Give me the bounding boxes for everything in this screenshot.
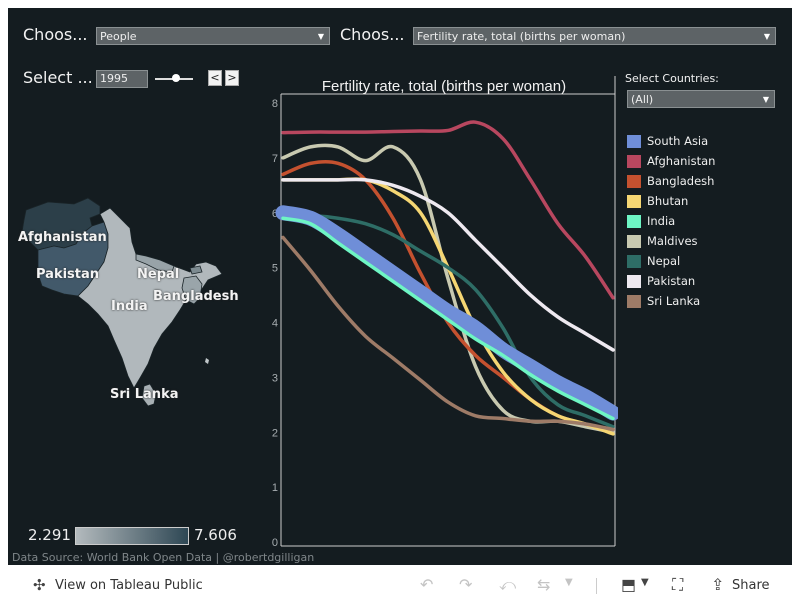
fullscreen-icon[interactable]: ⛶ bbox=[672, 575, 683, 595]
legend-swatch bbox=[627, 135, 641, 148]
y-tick-label: 2 bbox=[272, 427, 278, 439]
y-tick-label: 0 bbox=[272, 537, 278, 549]
view-on-tableau-link[interactable]: View on Tableau Public bbox=[55, 578, 203, 593]
legend-swatch bbox=[627, 275, 641, 288]
legend-label: Pakistan bbox=[647, 274, 696, 288]
indicator-dropdown[interactable]: Fertility rate, total (births per woman)… bbox=[413, 27, 776, 45]
legend-label: Sri Lanka bbox=[647, 294, 701, 308]
maldives-shape[interactable] bbox=[205, 358, 209, 364]
indicator-value: Fertility rate, total (births per woman) bbox=[417, 30, 626, 43]
chevron-down-icon[interactable]: ▼ bbox=[641, 577, 649, 588]
chevron-down-icon[interactable]: ▼ bbox=[565, 577, 573, 588]
undo-icon[interactable]: ↶ bbox=[420, 575, 433, 594]
legend-swatch bbox=[627, 235, 641, 248]
share-icon[interactable]: ⇪ bbox=[711, 575, 724, 594]
map-label-nepal: Nepal bbox=[137, 267, 180, 282]
previous-year-button[interactable]: < bbox=[208, 70, 222, 86]
y-tick-label: 7 bbox=[272, 153, 278, 165]
y-tick-label: 3 bbox=[272, 372, 278, 384]
map-label-bangladesh: Bangladesh bbox=[153, 289, 239, 304]
toolbar-divider bbox=[596, 578, 597, 594]
share-button[interactable]: Share bbox=[732, 578, 770, 593]
indicator-category-dropdown[interactable]: People ▼ bbox=[96, 27, 330, 45]
y-tick-label: 4 bbox=[272, 318, 278, 330]
indicator-category-label: Choos... bbox=[23, 25, 88, 44]
dashboard: Choos... People ▼ Choos... Fertility rat… bbox=[8, 8, 792, 565]
legend-label: Maldives bbox=[647, 234, 698, 248]
year-slider-thumb[interactable] bbox=[171, 74, 180, 82]
legend-label: Bhutan bbox=[647, 194, 689, 208]
chevron-down-icon: ▼ bbox=[762, 95, 769, 104]
map-label-pakistan: Pakistan bbox=[36, 267, 100, 282]
legend-label: Nepal bbox=[647, 254, 681, 268]
map-label-afghanistan: Afghanistan bbox=[18, 230, 107, 245]
refresh-icon[interactable]: ⇆ bbox=[537, 575, 550, 594]
legend-swatch bbox=[627, 255, 641, 268]
legend-swatch bbox=[627, 155, 641, 168]
legend-title: Select Countries: bbox=[625, 72, 719, 85]
legend-label: Afghanistan bbox=[647, 154, 716, 168]
tableau-logo-icon: ✣ bbox=[33, 576, 46, 594]
download-icon[interactable]: ⬒ bbox=[621, 575, 636, 594]
revert-icon[interactable]: ⤺ bbox=[499, 575, 516, 595]
legend-swatch bbox=[627, 295, 641, 308]
fertility-line-chart[interactable]: Fertility rate, total (births per woman)… bbox=[266, 66, 618, 556]
map-label-sri-lanka: Sri Lanka bbox=[110, 387, 179, 402]
indicator-label: Choos... bbox=[340, 25, 405, 44]
color-scale-min: 2.291 bbox=[28, 526, 71, 544]
indicator-category-value: People bbox=[100, 30, 137, 43]
y-tick-label: 8 bbox=[272, 98, 278, 110]
color-scale-max: 7.606 bbox=[194, 526, 237, 544]
year-label: Select ... bbox=[23, 68, 93, 87]
legend-label: South Asia bbox=[647, 134, 709, 148]
legend-swatch bbox=[627, 215, 641, 228]
year-input[interactable]: 1995 bbox=[96, 70, 148, 88]
y-tick-label: 5 bbox=[272, 263, 278, 275]
legend-label: Bangladesh bbox=[647, 174, 715, 188]
chart-title: Fertility rate, total (births per woman) bbox=[322, 78, 566, 95]
legend-swatch bbox=[627, 175, 641, 188]
legend-label: India bbox=[647, 214, 676, 228]
next-year-button[interactable]: > bbox=[225, 70, 239, 86]
series-line-south-asia[interactable] bbox=[275, 205, 618, 421]
y-axis-ticks: 012345678 bbox=[272, 98, 278, 549]
redo-icon[interactable]: ↷ bbox=[459, 575, 472, 594]
country-filter-dropdown[interactable]: (All) ▼ bbox=[627, 90, 775, 108]
series-lines[interactable] bbox=[275, 120, 618, 436]
color-scale-bar bbox=[75, 527, 189, 545]
south-asia-map[interactable]: Afghanistan Pakistan Nepal India Banglad… bbox=[8, 188, 268, 418]
map-label-india: India bbox=[111, 299, 148, 314]
legend-swatch bbox=[627, 195, 641, 208]
chevron-down-icon: ▼ bbox=[763, 32, 770, 41]
tableau-toolbar: ✣ View on Tableau Public ↶ ↷ ⤺ ⇆ ▼ ⬒ ▼ ⛶… bbox=[0, 570, 800, 600]
y-tick-label: 1 bbox=[272, 482, 278, 494]
chevron-down-icon: ▼ bbox=[317, 32, 324, 41]
country-filter-value: (All) bbox=[631, 93, 654, 106]
